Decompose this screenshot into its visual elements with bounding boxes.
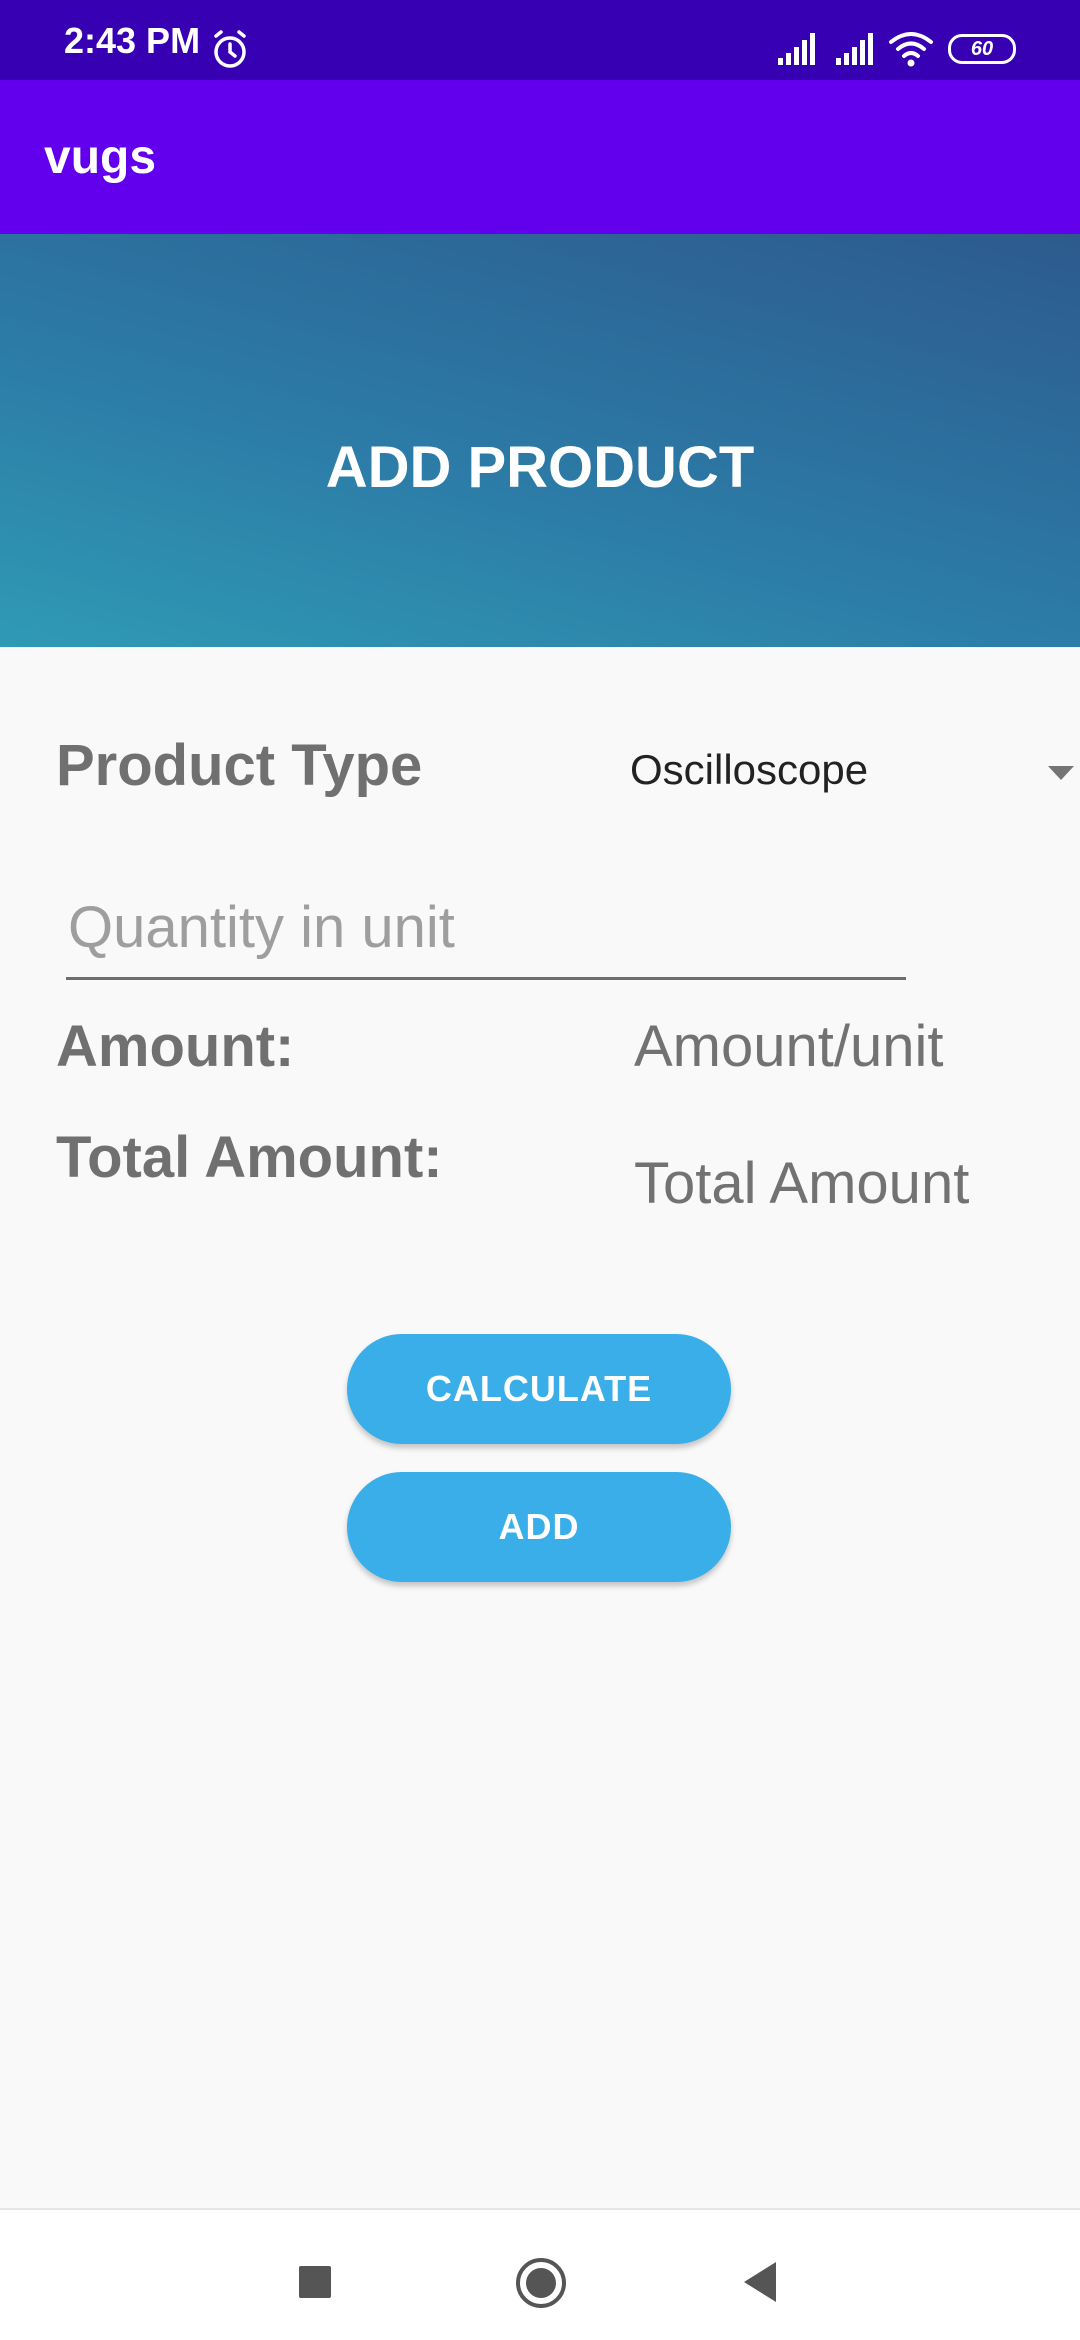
dropdown-arrow-icon — [1048, 766, 1074, 780]
total-amount-value: Total Amount — [634, 1151, 970, 1216]
signal-icon — [836, 33, 873, 65]
header-banner: ADD PRODUCT — [0, 234, 1080, 647]
product-type-selected-value: Oscilloscope — [630, 746, 869, 793]
home-icon[interactable] — [514, 2256, 568, 2310]
add-product-screen: 2:43 PM 60 vugs ADD PRODUCT Product Type… — [0, 0, 1080, 2340]
total-amount-label: Total Amount: — [56, 1125, 443, 1190]
wifi-icon — [889, 32, 933, 67]
alarm-icon — [214, 30, 246, 68]
add-button[interactable]: ADD — [347, 1472, 731, 1582]
signal-icon — [778, 33, 815, 65]
navigation-bar — [0, 2208, 1080, 2340]
app-bar: vugs — [0, 80, 1080, 234]
battery-icon: 60 — [948, 34, 1016, 64]
product-type-dropdown[interactable]: Oscilloscope — [600, 738, 1080, 808]
quantity-input[interactable] — [66, 890, 906, 980]
amount-label: Amount: — [56, 1014, 295, 1079]
recent-apps-icon[interactable] — [299, 2266, 331, 2298]
calculate-button[interactable]: CALCULATE — [347, 1334, 731, 1444]
amount-value: Amount/unit — [634, 1014, 944, 1079]
page-title: ADD PRODUCT — [325, 435, 755, 500]
status-time: 2:43 PM — [64, 20, 201, 61]
product-type-label: Product Type — [56, 733, 423, 798]
status-bar: 2:43 PM 60 — [0, 0, 1080, 80]
back-icon[interactable] — [742, 2260, 780, 2304]
app-title: vugs — [44, 131, 157, 184]
